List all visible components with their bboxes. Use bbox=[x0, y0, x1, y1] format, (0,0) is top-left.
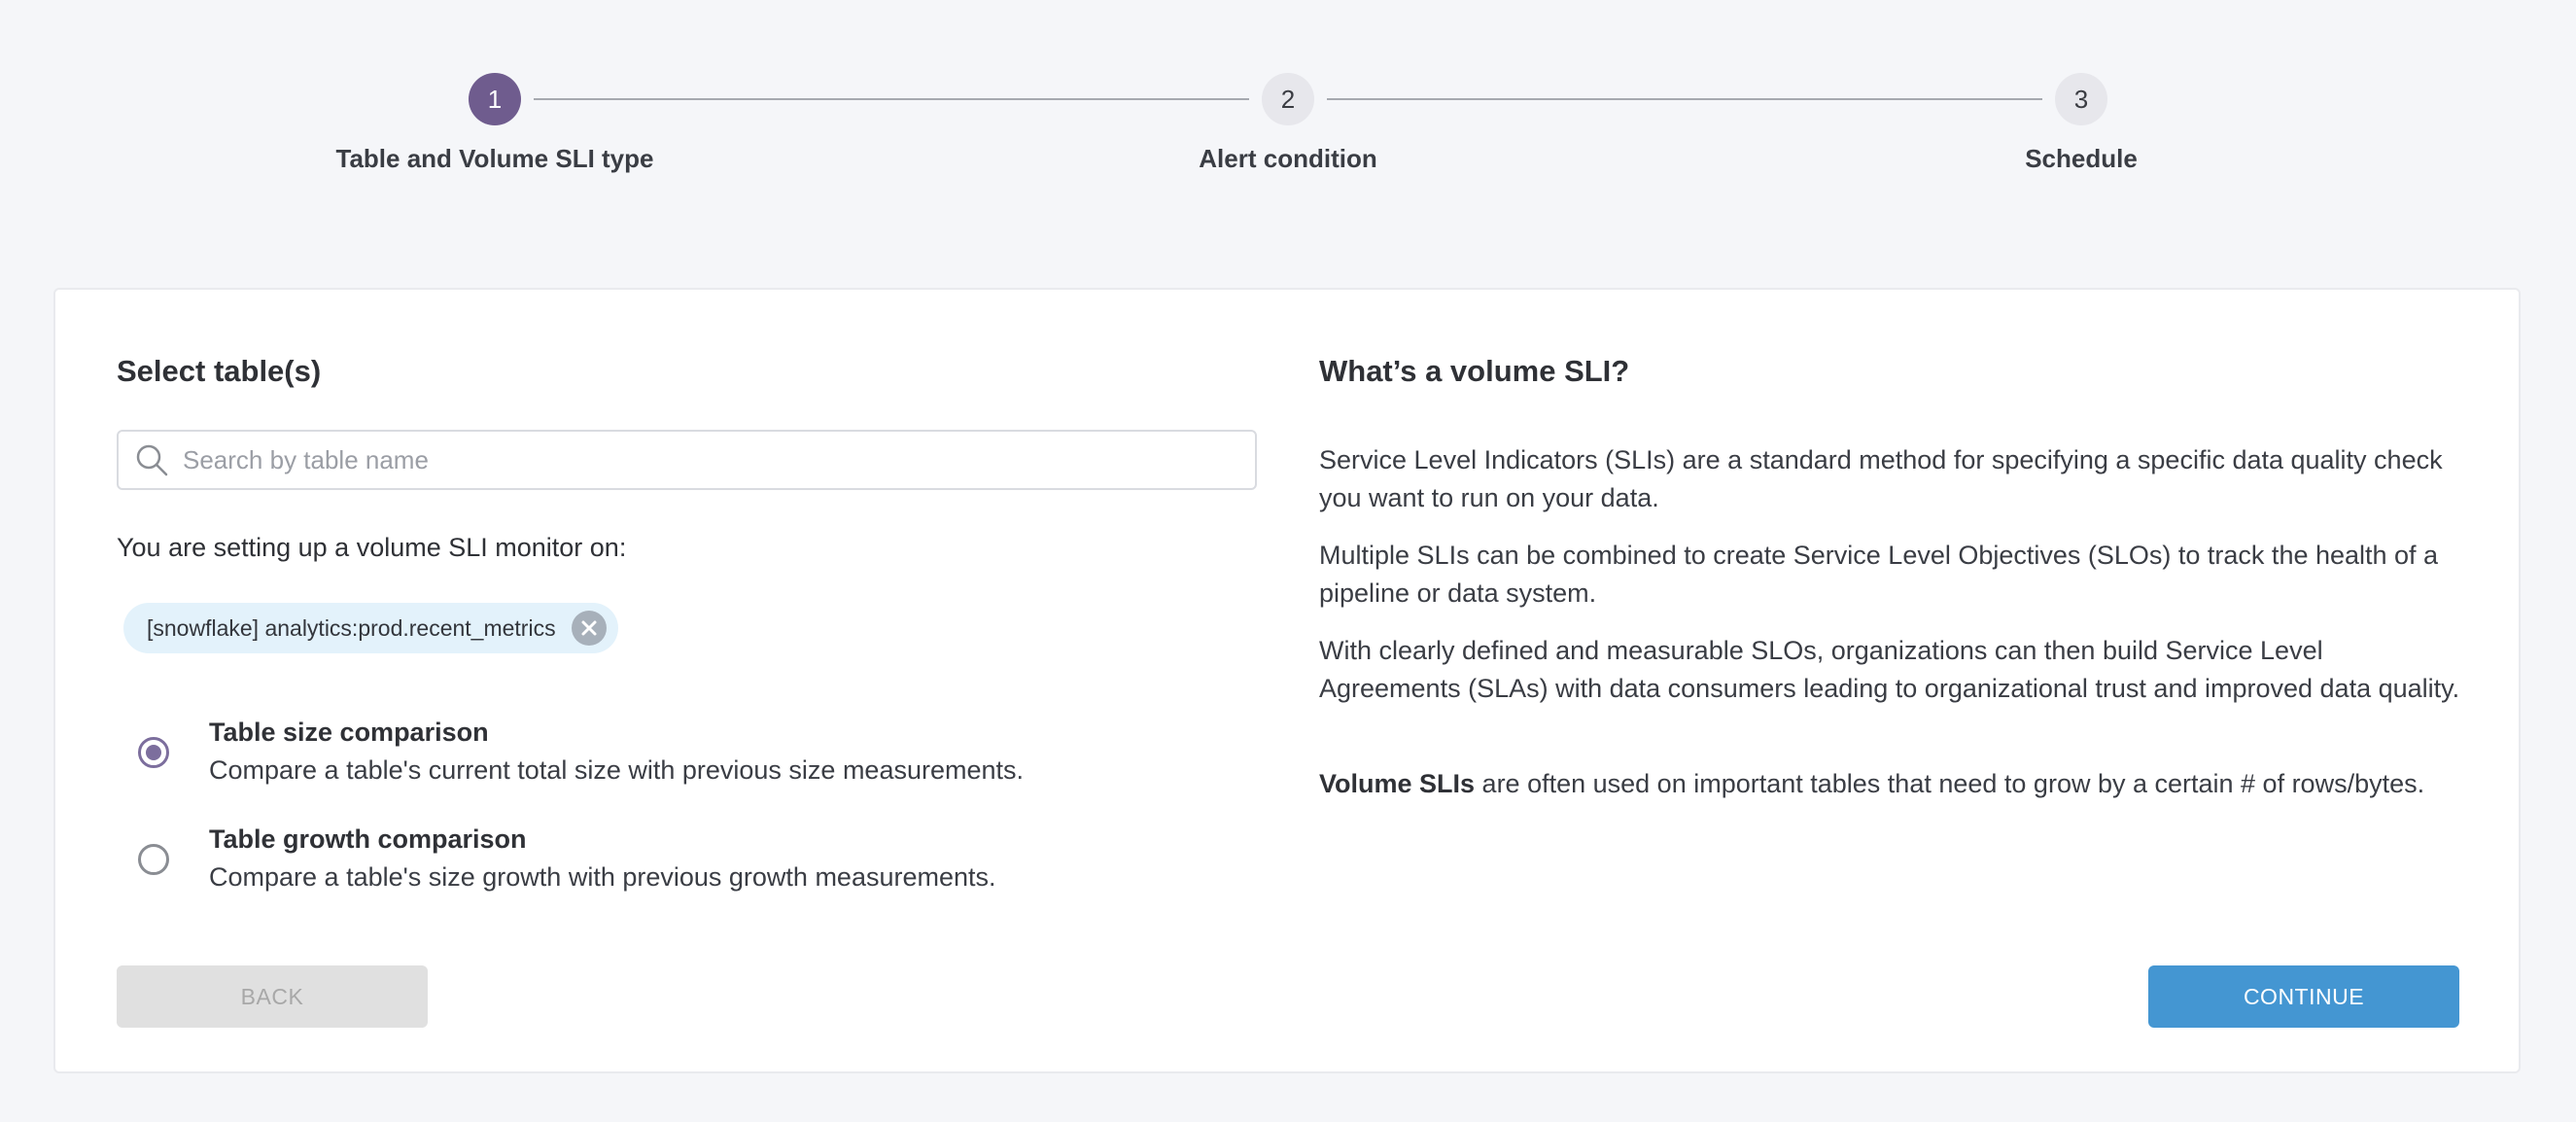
step-2-indicator: 2 bbox=[1262, 73, 1314, 125]
step-connector bbox=[534, 98, 1249, 100]
step-3-label: Schedule bbox=[2025, 144, 2138, 173]
step-connector bbox=[1327, 98, 2042, 100]
select-tables-heading: Select table(s) bbox=[117, 354, 322, 388]
back-button[interactable]: BACK bbox=[117, 965, 428, 1028]
step-1-indicator: 1 bbox=[469, 73, 521, 125]
info-paragraph: Multiple SLIs can be combined to create … bbox=[1319, 541, 2439, 608]
option-title: Table size comparison bbox=[209, 718, 489, 747]
table-search-input[interactable] bbox=[181, 432, 1255, 488]
option-title: Table growth comparison bbox=[209, 824, 527, 854]
option-description: Compare a table's size growth with previ… bbox=[209, 862, 996, 892]
step-2-label: Alert condition bbox=[1199, 144, 1377, 173]
radio-table-growth[interactable] bbox=[138, 844, 169, 875]
continue-button[interactable]: CONTINUE bbox=[2148, 965, 2459, 1028]
option-description: Compare a table's current total size wit… bbox=[209, 755, 1025, 785]
table-search-box[interactable] bbox=[117, 430, 1257, 490]
close-circle-icon[interactable] bbox=[571, 611, 607, 646]
step-1-label: Table and Volume SLI type bbox=[335, 144, 654, 173]
step-3-indicator: 3 bbox=[2055, 73, 2107, 125]
volume-slis-term: Volume SLIs bbox=[1319, 769, 1476, 798]
radio-table-size[interactable] bbox=[138, 737, 169, 768]
volume-sli-info-heading: What’s a volume SLI? bbox=[1319, 354, 1630, 388]
sli-setup-card: Select table(s) You are setting up a vol… bbox=[53, 288, 2521, 1073]
volume-slis-text: are often used on important tables that … bbox=[1475, 769, 2425, 798]
close-icon bbox=[581, 620, 597, 636]
info-paragraph: With clearly defined and measurable SLOs… bbox=[1319, 636, 2460, 703]
info-paragraph-volume-slis: Volume SLIs are often used on important … bbox=[1319, 765, 2466, 803]
setup-description: You are setting up a volume SLI monitor … bbox=[117, 533, 627, 562]
search-icon bbox=[136, 444, 168, 476]
info-paragraph: Service Level Indicators (SLIs) are a st… bbox=[1319, 445, 2443, 512]
selected-table-label: [snowflake] analytics:prod.recent_metric… bbox=[147, 614, 556, 641]
stepper: 1 2 3 Table and Volume SLI type Alert co… bbox=[0, 0, 2576, 194]
selected-table-chip: [snowflake] analytics:prod.recent_metric… bbox=[123, 603, 618, 653]
